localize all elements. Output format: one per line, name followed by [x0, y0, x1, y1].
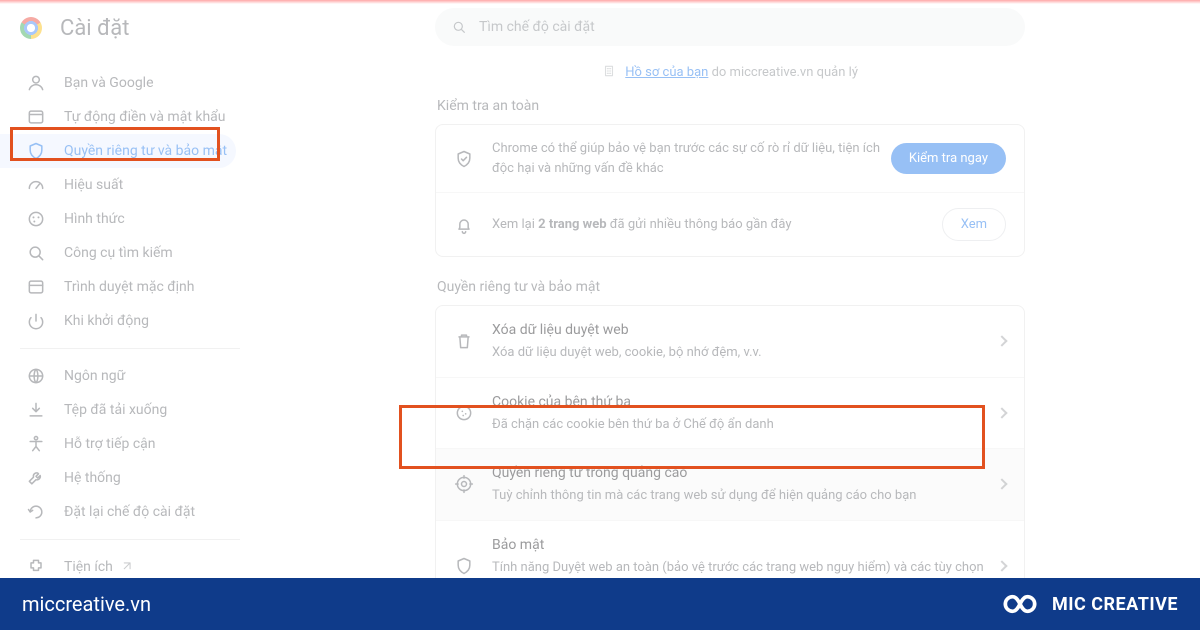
- sidebar-item-you-and-google[interactable]: Bạn và Google: [0, 66, 236, 100]
- chevron-right-icon: [996, 336, 1007, 347]
- building-icon: [602, 64, 616, 78]
- section-title-safety: Kiểm tra an toàn: [437, 98, 1025, 114]
- shield-icon: [454, 556, 474, 576]
- row-clear-browsing-data[interactable]: Xóa dữ liệu duyệt web Xóa dữ liệu duyệt …: [436, 306, 1024, 377]
- ad-privacy-icon: [454, 474, 474, 494]
- sidebar-item-label: Hiệu suất: [64, 177, 123, 193]
- page-title: Cài đặt: [60, 16, 129, 41]
- autofill-icon: [26, 107, 46, 127]
- row-third-party-cookies[interactable]: Cookie của bên thứ ba Đã chặn các cookie…: [436, 377, 1024, 449]
- row-title: Bảo mật: [492, 535, 990, 556]
- sidebar-item-reset[interactable]: Đặt lại chế độ cài đặt: [0, 495, 236, 529]
- safety-check-card: Chrome có thể giúp bảo vệ bạn trước các …: [435, 124, 1025, 257]
- footer-bar: miccreative.vn MIC CREATIVE: [0, 578, 1200, 630]
- section-title-privacy: Quyền riêng tư và bảo mật: [437, 279, 1025, 295]
- sidebar-item-system[interactable]: Hệ thống: [0, 461, 236, 495]
- sidebar-item-search-engine[interactable]: Công cụ tìm kiếm: [0, 236, 236, 270]
- speedometer-icon: [26, 175, 46, 195]
- chevron-right-icon: [996, 560, 1007, 571]
- palette-icon: [26, 209, 46, 229]
- accessibility-icon: [26, 434, 46, 454]
- sidebar-item-accessibility[interactable]: Hỗ trợ tiếp cận: [0, 427, 236, 461]
- trash-icon: [454, 331, 474, 351]
- person-icon: [26, 73, 46, 93]
- sidebar-item-on-startup[interactable]: Khi khởi động: [0, 304, 236, 338]
- row-title: Cookie của bên thứ ba: [492, 392, 990, 413]
- row-title: Quyền riêng tư trong quảng cáo: [492, 463, 990, 484]
- sidebar-item-label: Khi khởi động: [64, 313, 149, 329]
- sidebar-separator: [20, 539, 240, 540]
- cookie-icon: [454, 403, 474, 423]
- row-subtitle: Tuỳ chỉnh thông tin mà các trang web sử …: [492, 486, 990, 506]
- sidebar-item-label: Công cụ tìm kiếm: [64, 245, 173, 261]
- open-external-icon: [119, 560, 133, 574]
- row-ad-privacy[interactable]: Quyền riêng tư trong quảng cáo Tuỳ chỉnh…: [436, 448, 1024, 520]
- shield-icon: [26, 141, 46, 161]
- main-column: Tìm chế độ cài đặt Hồ sơ của bạn do micc…: [260, 56, 1200, 630]
- sidebar-item-label: Tự động điền và mật khẩu: [64, 109, 226, 125]
- sidebar-item-label: Quyền riêng tư và bảo mật: [64, 143, 227, 159]
- managed-profile-notice: Hồ sơ của bạn do miccreative.vn quản lý: [435, 64, 1025, 80]
- search-placeholder: Tìm chế độ cài đặt: [479, 19, 595, 35]
- safety-check-row: Chrome có thể giúp bảo vệ bạn trước các …: [436, 125, 1024, 192]
- sidebar-item-languages[interactable]: Ngôn ngữ: [0, 359, 236, 393]
- sidebar-item-label: Tiện ích: [64, 559, 113, 575]
- settings-search-input[interactable]: Tìm chế độ cài đặt: [435, 8, 1025, 46]
- safety-check-text: Chrome có thể giúp bảo vệ bạn trước các …: [492, 139, 891, 178]
- extension-icon: [26, 557, 46, 577]
- chevron-right-icon: [996, 407, 1007, 418]
- notifications-review-text: Xem lại 2 trang web đã gửi nhiều thông b…: [492, 215, 942, 235]
- run-safety-check-button[interactable]: Kiểm tra ngay: [891, 143, 1006, 174]
- power-icon: [26, 311, 46, 331]
- bell-icon: [454, 215, 474, 235]
- profile-link[interactable]: Hồ sơ của bạn: [625, 65, 708, 80]
- wrench-icon: [26, 468, 46, 488]
- sidebar-item-appearance[interactable]: Hình thức: [0, 202, 236, 236]
- footer-brand: MIC CREATIVE: [998, 590, 1178, 618]
- search-icon: [26, 243, 46, 263]
- sidebar-item-label: Hệ thống: [64, 470, 121, 486]
- notifications-review-row: Xem lại 2 trang web đã gửi nhiều thông b…: [436, 192, 1024, 256]
- top-accent-stripe: [0, 0, 1200, 4]
- sidebar-item-default-browser[interactable]: Trình duyệt mặc định: [0, 270, 236, 304]
- footer-site: miccreative.vn: [22, 592, 151, 616]
- row-subtitle: Đã chặn các cookie bên thứ ba ở Chế độ ẩ…: [492, 415, 990, 435]
- sidebar-separator: [20, 348, 240, 349]
- view-notifications-button[interactable]: Xem: [942, 208, 1006, 241]
- sidebar-item-label: Bạn và Google: [64, 75, 154, 91]
- sidebar-item-privacy-security[interactable]: Quyền riêng tư và bảo mật: [0, 134, 236, 168]
- row-title: Xóa dữ liệu duyệt web: [492, 320, 990, 341]
- chrome-logo-icon: [20, 17, 42, 39]
- row-subtitle: Xóa dữ liệu duyệt web, cookie, bộ nhớ đệ…: [492, 343, 990, 363]
- settings-page: Cài đặt Bạn và Google Tự động điền và mậ…: [0, 0, 1200, 630]
- sidebar-item-label: Đặt lại chế độ cài đặt: [64, 504, 195, 520]
- brand-name: MIC CREATIVE: [1052, 594, 1178, 615]
- sidebar-item-performance[interactable]: Hiệu suất: [0, 168, 236, 202]
- sidebar-item-downloads[interactable]: Tệp đã tải xuống: [0, 393, 236, 427]
- sidebar-item-label: Hình thức: [64, 211, 125, 227]
- shield-check-icon: [454, 149, 474, 169]
- reset-icon: [26, 502, 46, 522]
- brand-logo-icon: [998, 590, 1042, 618]
- download-icon: [26, 400, 46, 420]
- browser-icon: [26, 277, 46, 297]
- globe-icon: [26, 366, 46, 386]
- sidebar-item-autofill[interactable]: Tự động điền và mật khẩu: [0, 100, 236, 134]
- sidebar: Bạn và Google Tự động điền và mật khẩu Q…: [0, 56, 260, 630]
- chevron-right-icon: [996, 479, 1007, 490]
- sidebar-item-label: Hỗ trợ tiếp cận: [64, 436, 156, 452]
- search-icon: [451, 19, 467, 35]
- sidebar-item-label: Tệp đã tải xuống: [64, 402, 167, 418]
- sidebar-item-label: Ngôn ngữ: [64, 368, 125, 384]
- sidebar-item-label: Trình duyệt mặc định: [64, 279, 195, 295]
